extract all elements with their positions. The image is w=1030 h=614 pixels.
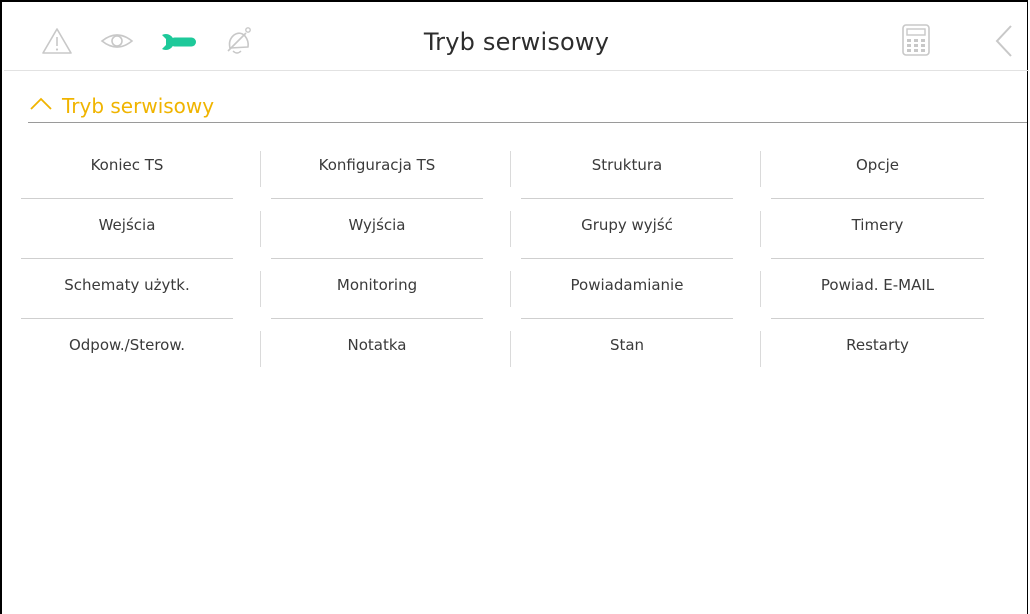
service-menu-grid: Koniec TS Konfiguracja TS Struktura Opcj… xyxy=(21,139,984,379)
menu-item-koniec-ts[interactable]: Koniec TS xyxy=(21,139,233,199)
divider xyxy=(510,331,511,367)
divider xyxy=(260,271,261,307)
section-header-tryb-serwisowy[interactable]: Tryb serwisowy xyxy=(28,90,1027,123)
divider xyxy=(260,151,261,187)
divider xyxy=(510,271,511,307)
menu-row: Wejścia Wyjścia Grupy wyjść Timery xyxy=(21,199,984,259)
menu-item-stan[interactable]: Stan xyxy=(521,319,733,379)
divider xyxy=(260,331,261,367)
menu-item-wejscia[interactable]: Wejścia xyxy=(21,199,233,259)
top-bar: Tryb serwisowy xyxy=(4,4,1029,71)
menu-item-timery[interactable]: Timery xyxy=(771,199,984,259)
menu-item-monitoring[interactable]: Monitoring xyxy=(271,259,483,319)
menu-item-struktura[interactable]: Struktura xyxy=(521,139,733,199)
divider xyxy=(510,211,511,247)
menu-row: Odpow./Sterow. Notatka Stan Restarty xyxy=(21,319,984,379)
menu-item-odpow-sterow[interactable]: Odpow./Sterow. xyxy=(21,319,233,379)
menu-item-konfiguracja-ts[interactable]: Konfiguracja TS xyxy=(271,139,483,199)
app-window: Tryb serwisowy Tryb serwisowy Koniec TS … xyxy=(0,0,1029,614)
menu-item-powiad-email[interactable]: Powiad. E-MAIL xyxy=(771,259,984,319)
chevron-up-icon xyxy=(30,97,52,110)
menu-item-schematy-uzytk[interactable]: Schematy użytk. xyxy=(21,259,233,319)
keypad-icon[interactable] xyxy=(899,22,933,56)
menu-row: Koniec TS Konfiguracja TS Struktura Opcj… xyxy=(21,139,984,199)
menu-item-opcje[interactable]: Opcje xyxy=(771,139,984,199)
section-title: Tryb serwisowy xyxy=(62,94,215,118)
divider xyxy=(760,151,761,187)
divider xyxy=(760,331,761,367)
divider xyxy=(760,211,761,247)
page-title: Tryb serwisowy xyxy=(423,28,610,56)
menu-item-restarty[interactable]: Restarty xyxy=(771,319,984,379)
menu-item-notatka[interactable]: Notatka xyxy=(271,319,483,379)
menu-item-wyjscia[interactable]: Wyjścia xyxy=(271,199,483,259)
divider xyxy=(760,271,761,307)
divider xyxy=(510,151,511,187)
menu-item-powiadamianie[interactable]: Powiadamianie xyxy=(521,259,733,319)
menu-row: Schematy użytk. Monitoring Powiadamianie… xyxy=(21,259,984,319)
divider xyxy=(260,211,261,247)
back-chevron-icon[interactable] xyxy=(989,22,1023,57)
menu-item-grupy-wyjsc[interactable]: Grupy wyjść xyxy=(521,199,733,259)
